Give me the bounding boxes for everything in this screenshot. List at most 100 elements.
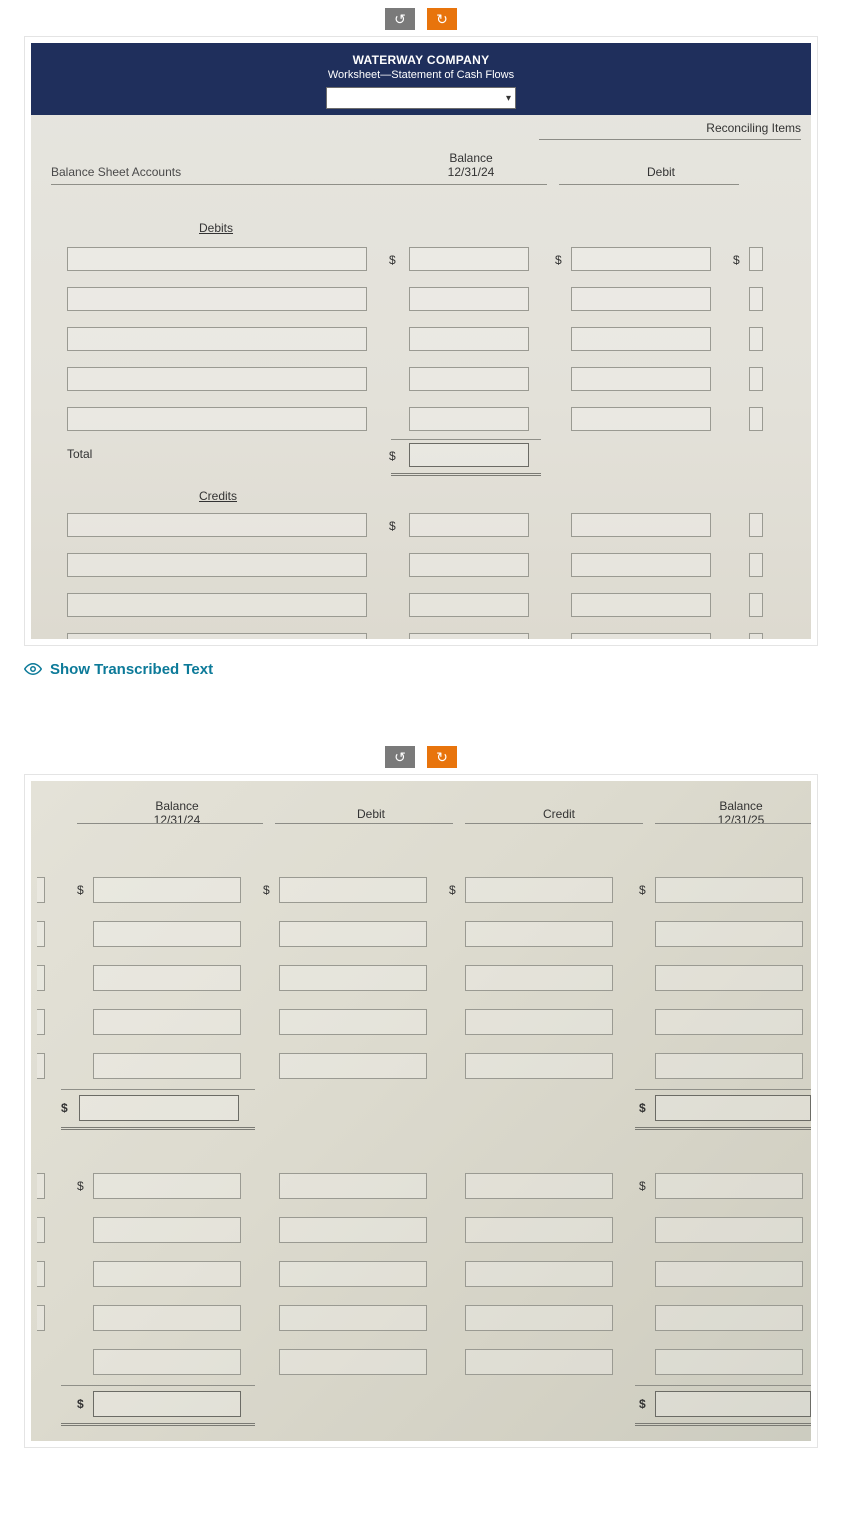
credit-input[interactable]: [465, 965, 613, 991]
credit-input[interactable]: [465, 1217, 613, 1243]
balance-input[interactable]: [409, 247, 529, 271]
account-input[interactable]: [67, 407, 367, 431]
debit-input[interactable]: [279, 1009, 427, 1035]
debit-input[interactable]: [571, 513, 711, 537]
credit-input-partial[interactable]: [749, 633, 763, 639]
credit-input-partial[interactable]: [749, 407, 763, 431]
total-balance25-input[interactable]: [655, 1391, 811, 1417]
balance24-input[interactable]: [93, 1173, 241, 1199]
debit-input[interactable]: [279, 921, 427, 947]
account-input[interactable]: [67, 553, 367, 577]
balance-input[interactable]: [409, 633, 529, 639]
total-balance24-input[interactable]: [93, 1391, 241, 1417]
credit-input-partial[interactable]: [749, 593, 763, 617]
col-debit-label: Debit: [321, 807, 421, 821]
hdr-underline: [275, 823, 453, 824]
debit-input[interactable]: [279, 877, 427, 903]
rotate-right-button[interactable]: ↻: [427, 746, 457, 768]
balance25-input[interactable]: [655, 921, 803, 947]
debit-input[interactable]: [571, 553, 711, 577]
sep-line: [559, 184, 739, 185]
account-input[interactable]: [67, 247, 367, 271]
account-input[interactable]: [67, 593, 367, 617]
rotate-left-button[interactable]: ↺: [385, 8, 415, 30]
total-balance25-input[interactable]: [655, 1095, 811, 1121]
balance25-input[interactable]: [655, 965, 803, 991]
account-input[interactable]: [67, 633, 367, 639]
balance25-input[interactable]: [655, 1261, 803, 1287]
account-input[interactable]: [67, 367, 367, 391]
account-input[interactable]: [67, 327, 367, 351]
credit-input-partial[interactable]: [749, 553, 763, 577]
credit-input[interactable]: [465, 1349, 613, 1375]
debit-input[interactable]: [279, 965, 427, 991]
balance-input[interactable]: [409, 513, 529, 537]
credit-input[interactable]: [465, 877, 613, 903]
credit-input-partial[interactable]: [749, 367, 763, 391]
debit-input[interactable]: [279, 1173, 427, 1199]
balance24-input[interactable]: [93, 921, 241, 947]
total-label: Total: [67, 447, 92, 461]
debit-input[interactable]: [571, 407, 711, 431]
debit-input[interactable]: [279, 1261, 427, 1287]
balance-input[interactable]: [409, 593, 529, 617]
balance-input[interactable]: [409, 553, 529, 577]
credit-input-partial[interactable]: [749, 327, 763, 351]
row-stub: [37, 1053, 45, 1079]
balance24-input[interactable]: [93, 1217, 241, 1243]
debit-input[interactable]: [279, 1305, 427, 1331]
balance24-input[interactable]: [93, 1261, 241, 1287]
period-select[interactable]: ▾: [326, 87, 516, 109]
balance-input[interactable]: [409, 287, 529, 311]
balance25-input[interactable]: [655, 1009, 803, 1035]
total-balance24-input[interactable]: [79, 1095, 239, 1121]
balance24-input[interactable]: [93, 1053, 241, 1079]
balance-input[interactable]: [409, 327, 529, 351]
balance25-input[interactable]: [655, 1053, 803, 1079]
debit-input[interactable]: [571, 367, 711, 391]
credit-input-partial[interactable]: [749, 287, 763, 311]
credit-input[interactable]: [465, 1053, 613, 1079]
credit-input-partial[interactable]: [749, 513, 763, 537]
debit-input[interactable]: [279, 1217, 427, 1243]
debit-input[interactable]: [571, 327, 711, 351]
balance25-input[interactable]: [655, 1349, 803, 1375]
credit-input[interactable]: [465, 1261, 613, 1287]
col-balance-label: Balance 12/31/24: [411, 151, 531, 179]
balance-input[interactable]: [409, 407, 529, 431]
debit-input[interactable]: [571, 593, 711, 617]
show-transcribed-label: Show Transcribed Text: [50, 661, 213, 678]
debit-input[interactable]: [571, 247, 711, 271]
credit-input[interactable]: [465, 1173, 613, 1199]
balance24-input[interactable]: [93, 965, 241, 991]
debit-input[interactable]: [571, 633, 711, 639]
rotate-buttons-bottom: ↺ ↻: [0, 738, 842, 768]
account-input[interactable]: [67, 287, 367, 311]
balance24-input[interactable]: [93, 877, 241, 903]
credit-input[interactable]: [465, 1009, 613, 1035]
credit-input-partial[interactable]: [749, 247, 763, 271]
credit-input[interactable]: [465, 1305, 613, 1331]
debit-input[interactable]: [279, 1053, 427, 1079]
row-stub: [37, 1173, 45, 1199]
balance24-input[interactable]: [93, 1009, 241, 1035]
balance25-input[interactable]: [655, 877, 803, 903]
balance24-input[interactable]: [93, 1349, 241, 1375]
balance24-input[interactable]: [93, 1305, 241, 1331]
balance25-input[interactable]: [655, 1173, 803, 1199]
balance25-input[interactable]: [655, 1217, 803, 1243]
credit-input[interactable]: [465, 921, 613, 947]
column-headers: Reconciling Items Balance Sheet Accounts…: [31, 115, 811, 185]
debit-input[interactable]: [279, 1349, 427, 1375]
debit-input[interactable]: [571, 287, 711, 311]
balance25-input[interactable]: [655, 1305, 803, 1331]
account-input[interactable]: [67, 513, 367, 537]
rotate-left-button[interactable]: ↺: [385, 746, 415, 768]
show-transcribed-link[interactable]: Show Transcribed Text: [24, 660, 818, 678]
dollar-sign: $: [77, 883, 84, 897]
balance-input[interactable]: [409, 367, 529, 391]
total-balance-input[interactable]: [409, 443, 529, 467]
row-stub: [37, 1305, 45, 1331]
rotate-right-button[interactable]: ↻: [427, 8, 457, 30]
col-balance-line2: 12/31/24: [448, 165, 495, 179]
